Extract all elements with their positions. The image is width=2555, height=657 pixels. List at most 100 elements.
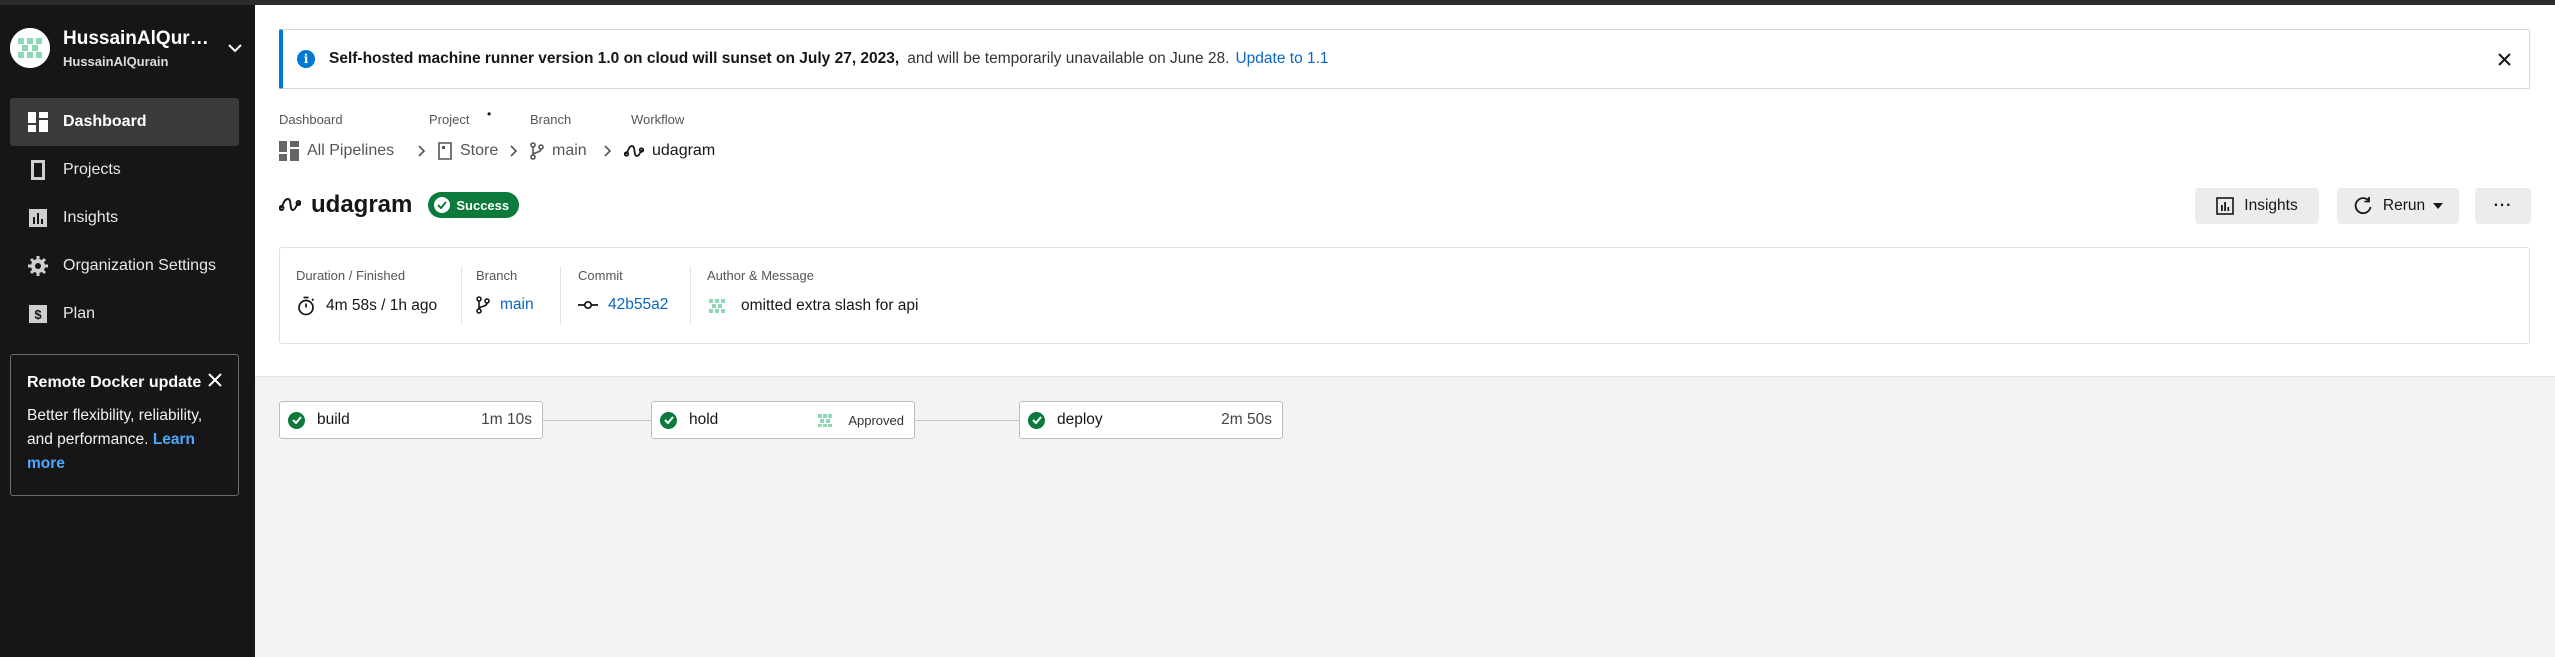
chevron-down-icon[interactable]: [225, 38, 245, 58]
author-avatar: [707, 296, 727, 316]
breadcrumb-branch[interactable]: main: [530, 142, 592, 160]
breadcrumb: All Pipelines Store main udagram: [279, 138, 715, 164]
check-icon: [434, 197, 451, 213]
breadcrumb-label-project: Project: [429, 112, 470, 127]
breadcrumb-item-label: Store: [460, 142, 499, 159]
gear-icon: [28, 256, 48, 276]
project-icon: [438, 142, 452, 160]
approver-avatar: [814, 409, 837, 431]
git-branch-icon: [476, 296, 490, 314]
summary-commit: Commit 42b55a2: [578, 248, 668, 343]
workflow-icon: [279, 195, 301, 215]
sidebar-item-projects[interactable]: Projects: [10, 146, 239, 194]
success-icon: [288, 411, 305, 429]
summary-duration-value: 4m 58s / 1h ago: [326, 297, 438, 314]
job-connector: [543, 420, 651, 421]
timer-icon: [296, 296, 316, 316]
sidebar-item-plan[interactable]: $ Plan: [10, 290, 239, 338]
summary-divider: [461, 266, 462, 324]
git-commit-icon: [578, 300, 598, 310]
sidebar-item-label: Insights: [63, 209, 119, 226]
org-switcher[interactable]: HussainAlQur… HussainAlQurain: [10, 19, 245, 77]
breadcrumb-item-label: udagram: [652, 142, 716, 159]
rerun-icon: [2353, 196, 2373, 216]
breadcrumb-all-pipelines[interactable]: All Pipelines: [279, 141, 406, 161]
chevron-right-icon: [604, 145, 612, 157]
main-content: i Self-hosted machine runner version 1.0…: [255, 5, 2555, 657]
workflow-title-row: udagram Success: [279, 191, 520, 219]
runner-sunset-banner: i Self-hosted machine runner version 1.0…: [279, 29, 2530, 89]
success-icon: [1028, 411, 1045, 429]
sidebar-item-label: Projects: [63, 161, 121, 178]
workflow-header: i Self-hosted machine runner version 1.0…: [255, 5, 2555, 377]
org-name: HussainAlQur…: [63, 27, 209, 49]
status-badge: Success: [428, 192, 520, 218]
close-icon[interactable]: [208, 373, 222, 392]
summary-author-label: Author & Message: [707, 268, 814, 283]
job-approval-status: Approved: [848, 412, 904, 428]
job-duration: 2m 50s: [1221, 411, 1272, 428]
dashboard-icon: [28, 112, 48, 132]
sidebar-item-label: Dashboard: [63, 113, 147, 130]
job-name: build: [317, 411, 350, 428]
workflow-summary: Duration / Finished 4m 58s / 1h ago Bran…: [279, 247, 2530, 344]
banner-text: and will be temporarily unavailable on J…: [907, 50, 1230, 67]
breadcrumb-project[interactable]: Store: [438, 142, 498, 160]
status-badge-label: Success: [456, 197, 510, 213]
job-deploy[interactable]: deploy 2m 50s: [1019, 401, 1283, 439]
banner-bold-text: Self-hosted machine runner version 1.0 o…: [329, 50, 900, 67]
more-options-button[interactable]: ···: [2475, 188, 2531, 224]
git-branch-icon: [530, 142, 544, 160]
summary-divider: [690, 266, 691, 324]
insights-icon: [28, 208, 48, 228]
org-username: HussainAlQurain: [63, 53, 169, 69]
job-hold[interactable]: hold Approved: [651, 401, 915, 439]
commit-link[interactable]: 42b55a2: [608, 296, 668, 314]
summary-branch: Branch main: [476, 248, 534, 343]
breadcrumb-label-branch: Branch: [530, 112, 572, 127]
sidebar-item-organization-settings[interactable]: Organization Settings: [10, 242, 239, 290]
sidebar-nav: Dashboard Projects Insights Organization…: [10, 98, 239, 338]
update-link[interactable]: Update to 1.1: [1235, 50, 1328, 68]
breadcrumb-workflow[interactable]: udagram: [624, 142, 715, 160]
rerun-button[interactable]: Rerun: [2337, 188, 2459, 224]
sidebar-item-insights[interactable]: Insights: [10, 194, 239, 242]
sidebar-item-label: Plan: [63, 305, 96, 322]
breadcrumb-item-label: main: [552, 142, 587, 159]
commit-message: omitted extra slash for api: [741, 297, 919, 314]
sidebar: HussainAlQur… HussainAlQurain Dashboard …: [0, 5, 255, 657]
page-title: udagram: [311, 191, 413, 218]
rerun-button-label: Rerun: [2382, 197, 2426, 214]
remote-docker-promo: Remote Docker update Better flexibility,…: [10, 354, 239, 496]
insights-button-label: Insights: [2244, 197, 2298, 214]
job-name: hold: [689, 411, 719, 428]
plan-icon: $: [28, 304, 48, 324]
summary-commit-label: Commit: [578, 268, 623, 283]
pipelines-icon: [279, 141, 299, 161]
insights-button[interactable]: Insights: [2195, 188, 2319, 224]
projects-icon: [28, 160, 48, 180]
workflow-icon: [624, 142, 644, 160]
breadcrumb-item-label: All Pipelines: [307, 142, 395, 159]
sidebar-item-dashboard[interactable]: Dashboard: [10, 98, 239, 146]
svg-text:$: $: [34, 307, 42, 322]
job-connector: [915, 420, 1019, 421]
insights-icon: [2216, 197, 2235, 215]
breadcrumb-label-workflow: Workflow: [631, 112, 685, 127]
caret-down-icon: [2433, 203, 2444, 209]
close-icon[interactable]: [2493, 48, 2515, 70]
promo-title: Remote Docker update: [27, 373, 202, 391]
job-build[interactable]: build 1m 10s: [279, 401, 543, 439]
summary-duration: Duration / Finished 4m 58s / 1h ago: [296, 248, 437, 343]
breadcrumb-label-dashboard: Dashboard: [279, 112, 343, 127]
branch-link[interactable]: main: [500, 296, 534, 314]
sidebar-item-label: Organization Settings: [63, 257, 216, 274]
summary-branch-label: Branch: [476, 268, 518, 283]
success-icon: [660, 411, 677, 429]
info-icon: i: [297, 50, 315, 68]
chevron-right-icon: [418, 145, 426, 157]
job-duration: 1m 10s: [481, 411, 532, 428]
summary-author: Author & Message omitted extra slash for…: [707, 248, 918, 343]
summary-duration-label: Duration / Finished: [296, 268, 406, 283]
summary-divider: [560, 266, 561, 324]
